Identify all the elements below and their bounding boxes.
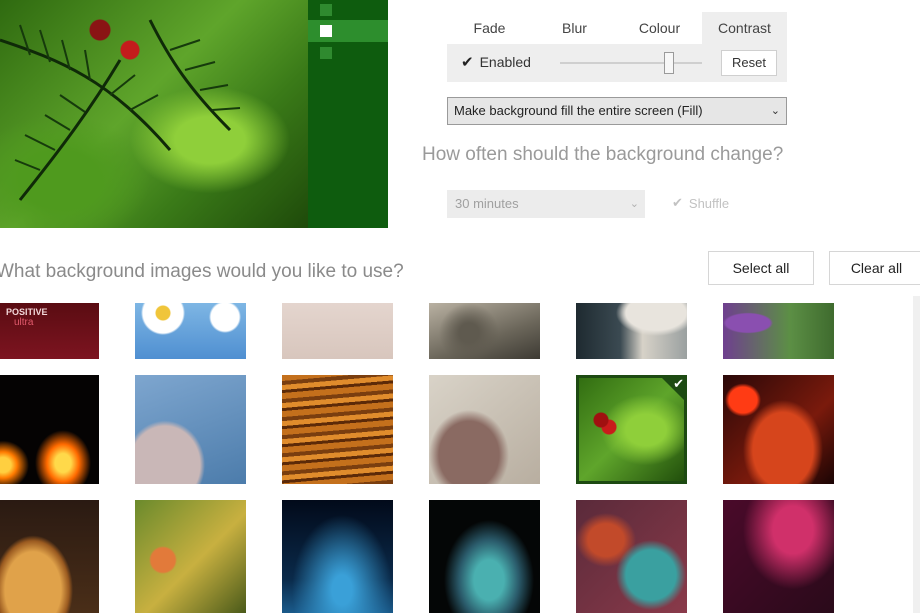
thumbnail-image[interactable] [282,375,393,484]
preview-photo [0,0,308,228]
shuffle-checkbox[interactable]: ✔ Shuffle [672,195,729,211]
scrollbar[interactable] [913,296,920,613]
fill-mode-select[interactable]: Make background fill the entire screen (… [447,97,787,125]
thumbnail-image[interactable] [723,500,834,613]
thumbnail-image[interactable]: POSITIVE ultra [0,303,99,359]
tab-colour[interactable]: Colour [617,12,702,44]
check-icon: ✔ [461,54,474,71]
thumbnail-logo-text: ultra [14,317,34,328]
thumbnail-image[interactable] [429,375,540,484]
tile [320,4,332,16]
tile-selected [320,25,332,37]
shuffle-label: Shuffle [688,195,730,211]
tile [320,47,332,59]
yew-branch-graphic [0,19,241,201]
images-heading: What background images would you like to… [0,261,404,282]
effect-tabs: Fade Blur Colour Contrast [447,12,787,44]
select-all-button[interactable]: Select all [708,251,814,285]
tab-fade[interactable]: Fade [447,12,532,44]
thumbnail-image[interactable] [135,375,246,484]
thumbnail-image[interactable] [723,375,834,484]
tab-contrast[interactable]: Contrast [702,12,787,44]
thumbnail-image[interactable] [0,375,99,484]
thumbnail-image[interactable] [429,303,540,359]
enabled-label: Enabled [479,54,531,70]
interval-select[interactable]: 30 minutes ⌄ [447,190,645,218]
thumbnail-logo-text: POSITIVE [6,307,48,317]
clear-all-button[interactable]: Clear all [829,251,920,285]
change-frequency-heading: How often should the background change? [422,144,784,165]
check-icon: ✔ [673,376,684,391]
chevron-down-icon: ⌄ [629,198,639,210]
reset-button[interactable]: Reset [721,50,777,76]
thumbnail-image-selected[interactable]: ✔ [576,375,687,484]
thumbnail-image[interactable] [723,303,834,359]
thumbnail-image[interactable] [576,500,687,613]
start-screen-preview [308,0,388,228]
thumbnail-image[interactable] [282,303,393,359]
enabled-checkbox[interactable]: ✔ Enabled [461,53,531,71]
thumbnail-image[interactable] [282,500,393,613]
contrast-slider-track[interactable] [560,62,702,64]
thumbnail-image[interactable] [135,500,246,613]
effect-settings-panel: ✔ Enabled Reset [447,44,787,82]
thumbnail-image[interactable] [576,303,687,359]
background-preview [0,0,388,228]
fill-mode-value: Make background fill the entire screen (… [454,103,703,118]
thumbnail-image[interactable] [429,500,540,613]
contrast-slider-thumb[interactable] [664,52,675,74]
interval-value: 30 minutes [455,196,519,211]
thumbnail-image[interactable] [0,500,99,613]
tab-blur[interactable]: Blur [532,12,617,44]
chevron-down-icon: ⌄ [770,105,780,117]
thumbnail-image[interactable] [135,303,246,359]
check-icon: ✔ [672,195,683,210]
